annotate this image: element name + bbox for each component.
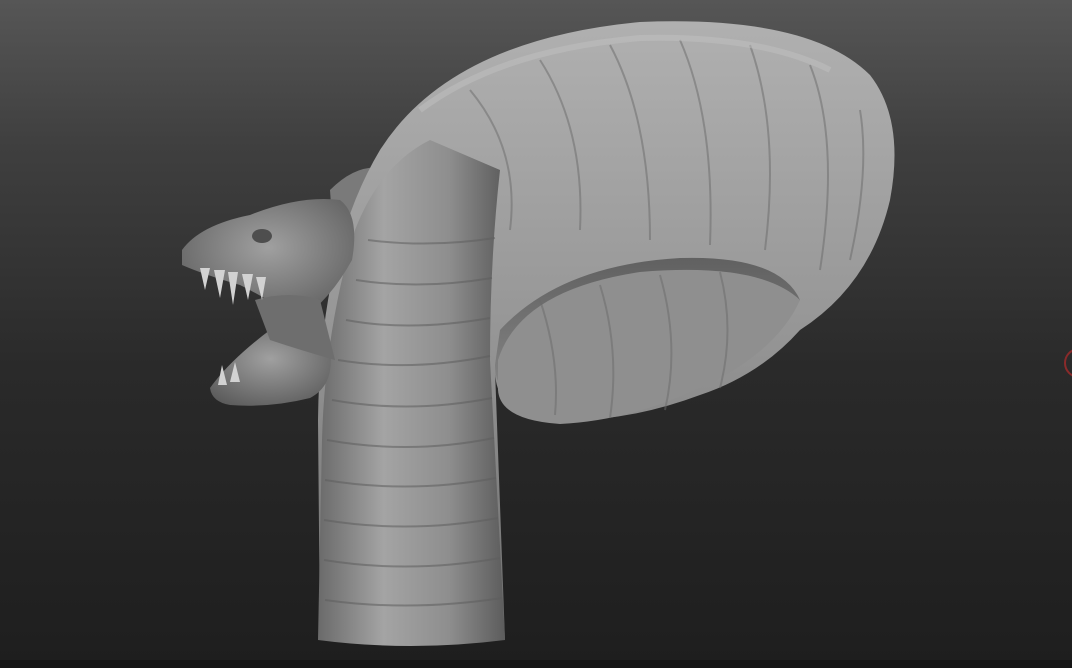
viewport-bottom-edge — [0, 660, 1072, 668]
sculpt-viewport[interactable] — [0, 0, 1072, 668]
serpent-sculpt-mesh[interactable] — [0, 0, 1072, 668]
eye-socket — [252, 229, 272, 243]
